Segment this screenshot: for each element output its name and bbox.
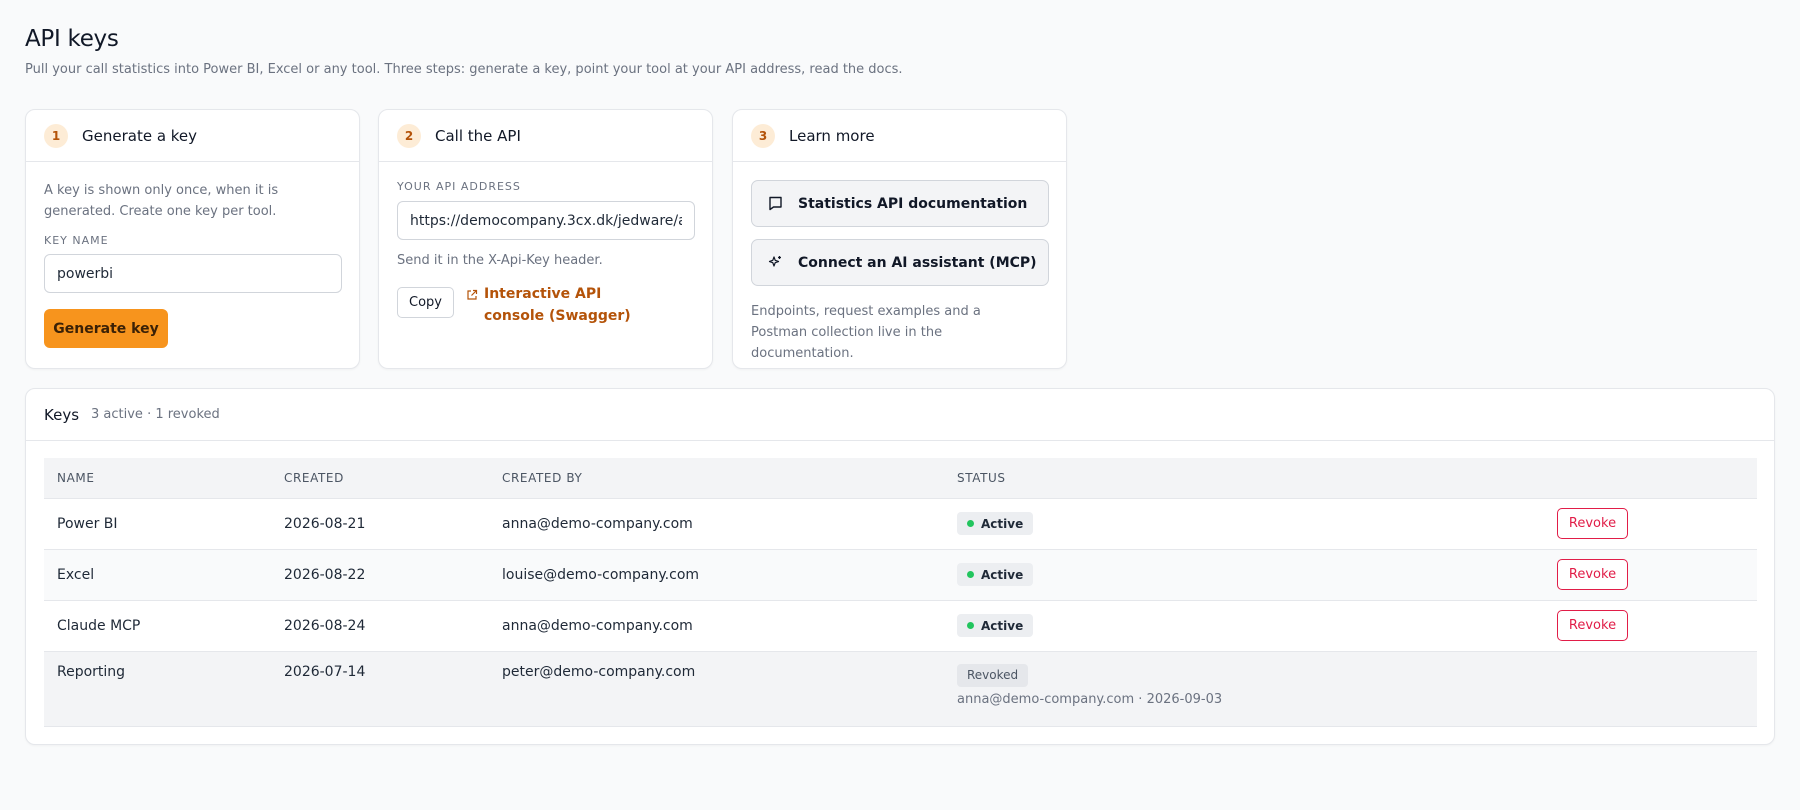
keys-title: Keys <box>44 405 80 424</box>
created-by-cell: peter@demo-company.com <box>489 651 944 727</box>
table-row: Claude MCP 2026-08-24 anna@demo-company.… <box>44 600 1757 652</box>
book-icon <box>766 195 784 213</box>
active-dot-icon <box>967 520 974 527</box>
column-header-status: STATUS <box>944 458 1544 499</box>
status-label: Active <box>981 567 1024 582</box>
connect-ai-assistant-button[interactable]: Connect an AI assistant (MCP) <box>751 239 1049 286</box>
step-header: 3 Learn more <box>733 110 1066 162</box>
key-name-label: KEY NAME <box>44 234 109 247</box>
keys-card: Keys 3 active · 1 revoked NAME CREATED C… <box>25 388 1775 745</box>
status-badge: Revoked <box>957 663 1029 687</box>
generate-key-button[interactable]: Generate key <box>44 309 168 348</box>
created-by-cell: anna@demo-company.com <box>489 600 944 652</box>
docs-description: Endpoints, request examples and a Postma… <box>751 304 981 361</box>
created-by-cell: anna@demo-company.com <box>489 498 944 550</box>
doc-button-label: Statistics API documentation <box>798 195 1028 212</box>
status-badge: Active <box>957 563 1034 586</box>
key-name-input[interactable] <box>44 254 342 293</box>
step-card-learn-more: 3 Learn more Statistics API documentatio… <box>732 109 1067 369</box>
step-number-badge: 2 <box>397 123 421 148</box>
column-header-created-by: CREATED BY <box>489 458 944 499</box>
external-link-icon <box>466 289 478 301</box>
created-cell: 2026-07-14 <box>271 651 489 727</box>
action-cell: Revoke <box>1544 498 1757 550</box>
keys-summary: 3 active · 1 revoked <box>91 407 220 422</box>
status-label: Active <box>981 516 1024 531</box>
step-card-call-api: 2 Call the API YOUR API ADDRESS Send it … <box>378 109 713 369</box>
revoke-button[interactable]: Revoke <box>1557 610 1628 641</box>
api-key-header-hint: Send it in the X-Api-Key header. <box>397 253 603 268</box>
keys-table: NAME CREATED CREATED BY STATUS Power BI … <box>44 458 1757 727</box>
page-title: API keys <box>25 26 119 52</box>
statistics-docs-button[interactable]: Statistics API documentation <box>751 180 1049 227</box>
table-row: Excel 2026-08-22 louise@demo-company.com… <box>44 549 1757 601</box>
key-name-cell: Reporting <box>44 651 271 727</box>
api-address-input[interactable] <box>397 201 695 240</box>
status-badge: Active <box>957 512 1034 535</box>
step-card-generate-key: 1 Generate a key A key is shown only onc… <box>25 109 360 369</box>
step-body: Statistics API documentation Connect an … <box>733 162 1066 364</box>
sparkle-icon <box>766 254 784 272</box>
step-number-badge: 3 <box>751 123 775 148</box>
api-address-label: YOUR API ADDRESS <box>397 180 521 193</box>
column-header-name: NAME <box>44 458 271 499</box>
step-title: Generate a key <box>82 126 198 145</box>
step-number-badge: 1 <box>44 123 68 148</box>
page-subtitle: Pull your call statistics into Power BI,… <box>25 62 903 77</box>
action-cell: Revoke <box>1544 549 1757 601</box>
table-row: Reporting 2026-07-14 peter@demo-company.… <box>44 651 1757 727</box>
key-name-cell: Power BI <box>44 498 271 550</box>
status-cell: Active <box>944 549 1544 601</box>
swagger-console-link[interactable]: Interactive API console (Swagger) <box>484 283 654 327</box>
created-by-cell: louise@demo-company.com <box>489 549 944 601</box>
status-label: Active <box>981 618 1024 633</box>
key-name-cell: Excel <box>44 549 271 601</box>
status-badge: Active <box>957 614 1034 637</box>
step-body: A key is shown only once, when it is gen… <box>26 162 359 348</box>
doc-button-label: Connect an AI assistant (MCP) <box>798 254 1037 271</box>
active-dot-icon <box>967 571 974 578</box>
table-row: Power BI 2026-08-21 anna@demo-company.co… <box>44 498 1757 550</box>
active-dot-icon <box>967 622 974 629</box>
created-cell: 2026-08-21 <box>271 498 489 550</box>
step-header: 1 Generate a key <box>26 110 359 162</box>
step-title: Call the API <box>435 126 521 145</box>
status-cell: Active <box>944 600 1544 652</box>
created-cell: 2026-08-22 <box>271 549 489 601</box>
revoke-button[interactable]: Revoke <box>1557 559 1628 590</box>
column-header-actions <box>1544 458 1757 499</box>
step-title: Learn more <box>789 126 875 145</box>
revoked-by-meta: anna@demo-company.com · 2026-09-03 <box>957 691 1223 707</box>
copy-button[interactable]: Copy <box>397 287 454 318</box>
api-actions-row: Copy Interactive API console (Swagger) <box>397 283 694 327</box>
keys-header: Keys 3 active · 1 revoked <box>26 389 1774 441</box>
status-cell: Active <box>944 498 1544 550</box>
column-header-created: CREATED <box>271 458 489 499</box>
step-body: YOUR API ADDRESS Send it in the X-Api-Ke… <box>379 162 712 327</box>
key-once-notice: A key is shown only once, when it is gen… <box>44 183 279 219</box>
action-cell <box>1544 651 1757 727</box>
status-cell: Revoked anna@demo-company.com · 2026-09-… <box>944 651 1544 727</box>
action-cell: Revoke <box>1544 600 1757 652</box>
step-header: 2 Call the API <box>379 110 712 162</box>
created-cell: 2026-08-24 <box>271 600 489 652</box>
key-name-cell: Claude MCP <box>44 600 271 652</box>
table-header-row: NAME CREATED CREATED BY STATUS <box>44 458 1757 499</box>
revoke-button[interactable]: Revoke <box>1557 508 1628 539</box>
